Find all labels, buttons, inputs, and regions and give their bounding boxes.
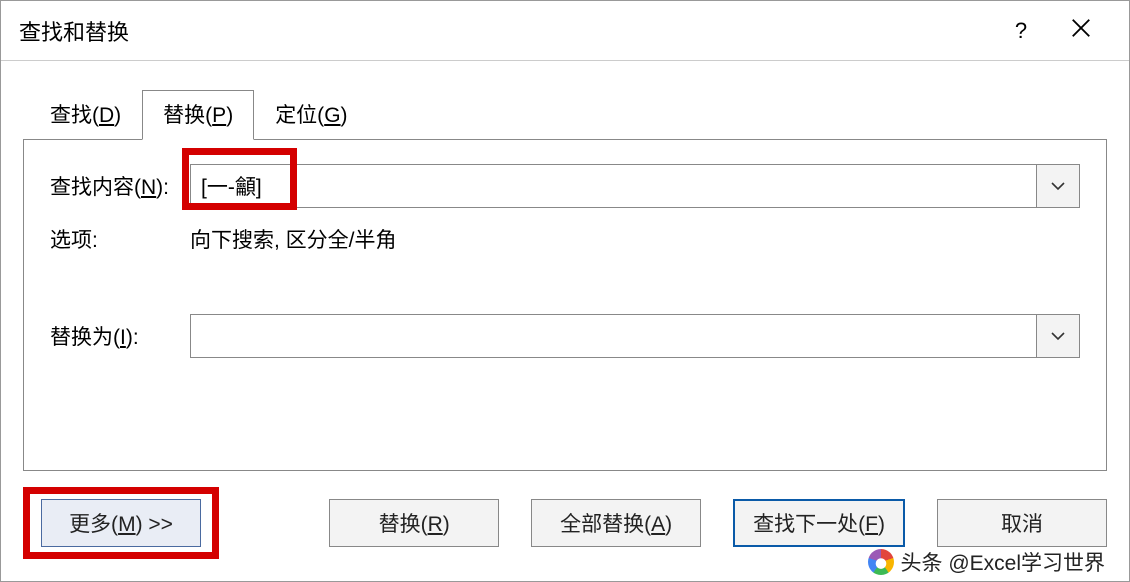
replace-with-label: 替换为(I): [50, 321, 190, 351]
find-what-label: 查找内容(N): [50, 171, 190, 201]
more-button[interactable]: 更多(M) >> [41, 499, 201, 547]
cancel-button[interactable]: 取消 [937, 499, 1107, 547]
tab-strip: 查找(D) 替换(P) 定位(G) [29, 89, 1107, 139]
replace-with-field-wrap [190, 314, 1080, 358]
tab-find[interactable]: 查找(D) [29, 90, 142, 140]
replace-panel: 查找内容(N): 选项: 向下搜索, 区分全/半角 替换为(I): [23, 139, 1107, 471]
button-row: 更多(M) >> 替换(R) 全部替换(A) 查找下一处(F) 取消 [1, 487, 1129, 581]
replace-with-dropdown[interactable] [1036, 314, 1080, 358]
help-button[interactable]: ? [991, 18, 1051, 44]
replace-all-button[interactable]: 全部替换(A) [531, 499, 701, 547]
find-what-row: 查找内容(N): [50, 164, 1080, 208]
options-label: 选项: [50, 224, 190, 254]
find-what-input[interactable] [190, 164, 1080, 208]
chevron-down-icon [1051, 331, 1065, 341]
replace-with-input[interactable] [190, 314, 1080, 358]
replace-button[interactable]: 替换(R) [329, 499, 499, 547]
close-icon [1070, 17, 1092, 39]
chevron-down-icon [1051, 181, 1065, 191]
titlebar: 查找和替换 ? [1, 1, 1129, 61]
replace-with-row: 替换为(I): [50, 314, 1080, 358]
find-what-field-wrap [190, 164, 1080, 208]
dialog-title: 查找和替换 [19, 15, 991, 47]
close-button[interactable] [1051, 17, 1111, 45]
dialog-content: 查找(D) 替换(P) 定位(G) 查找内容(N): 选项: 向下搜索, 区分全… [1, 61, 1129, 485]
options-value: 向下搜索, 区分全/半角 [190, 224, 1080, 254]
find-what-dropdown[interactable] [1036, 164, 1080, 208]
more-button-wrap: 更多(M) >> [23, 487, 219, 559]
find-next-button[interactable]: 查找下一处(F) [733, 499, 905, 547]
options-row: 选项: 向下搜索, 区分全/半角 [50, 224, 1080, 254]
find-replace-dialog: 查找和替换 ? 查找(D) 替换(P) 定位(G) 查找内容(N): [0, 0, 1130, 582]
tab-goto[interactable]: 定位(G) [254, 90, 368, 140]
tab-replace[interactable]: 替换(P) [142, 90, 254, 140]
